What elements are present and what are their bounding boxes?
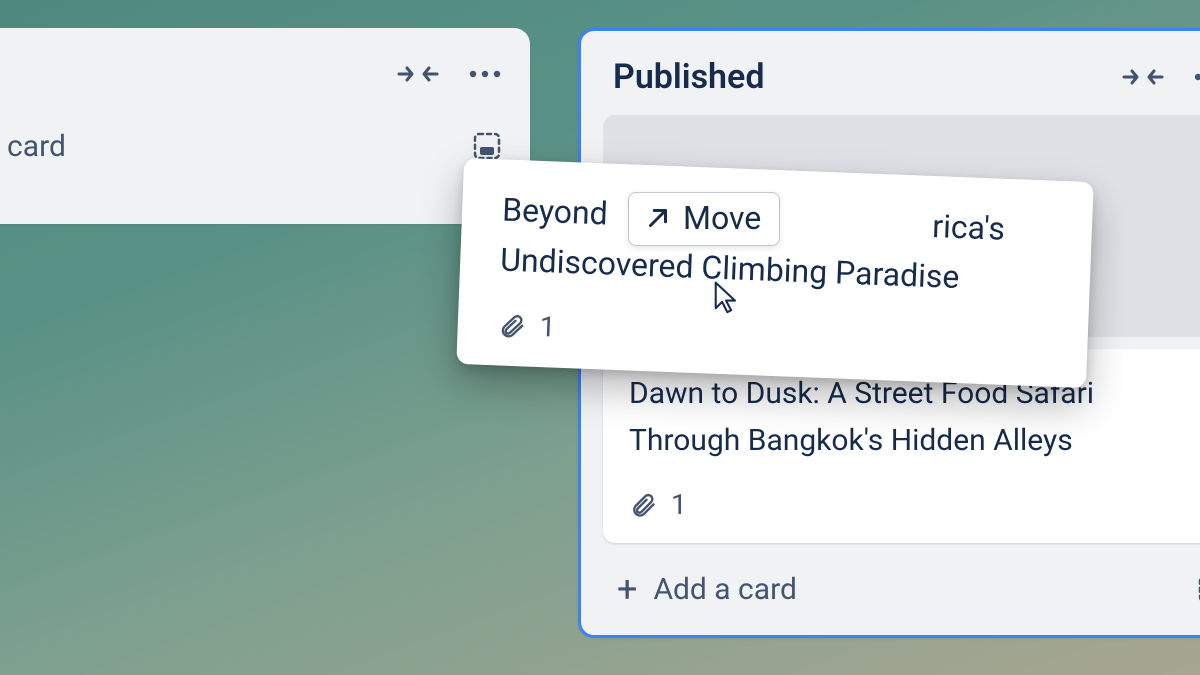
add-card-button[interactable]: + Add a card <box>0 122 74 170</box>
attachment-icon <box>629 491 657 519</box>
card-title: Dawn to Dusk: A Street Food Safari Throu… <box>629 371 1200 464</box>
list-footer: + Add a card <box>599 557 1200 613</box>
move-tooltip: Move <box>628 192 780 246</box>
move-tooltip-label: Move <box>683 199 761 237</box>
list-title[interactable]: Published <box>613 57 764 97</box>
list-header-actions <box>396 62 502 86</box>
list-header-actions <box>1121 65 1200 89</box>
list-header: ing <box>0 46 512 104</box>
add-card-label: Add a card <box>653 572 796 607</box>
card-title: Beyond Patagonia: South America's Undisc… <box>499 186 1062 307</box>
list-menu-icon[interactable] <box>1193 72 1200 82</box>
collapse-list-icon[interactable] <box>396 62 440 86</box>
attachment-count: 1 <box>671 488 687 521</box>
collapse-list-icon[interactable] <box>1121 65 1165 89</box>
add-card-label: Add a card <box>0 129 66 164</box>
plus-icon: + <box>617 571 637 607</box>
card-template-icon[interactable] <box>472 131 502 161</box>
list-header: Published <box>599 49 1200 107</box>
list-column[interactable]: ing + Add a card <box>0 28 530 224</box>
add-card-button[interactable]: + Add a card <box>609 565 805 613</box>
card-meta: 1 <box>497 309 1058 363</box>
list-menu-icon[interactable] <box>468 69 502 79</box>
list-footer: + Add a card <box>0 114 512 170</box>
arrow-up-right-icon <box>643 203 673 233</box>
card-meta: 1 <box>629 488 1200 521</box>
attachment-count: 1 <box>539 310 556 344</box>
attachment-icon <box>497 311 526 340</box>
